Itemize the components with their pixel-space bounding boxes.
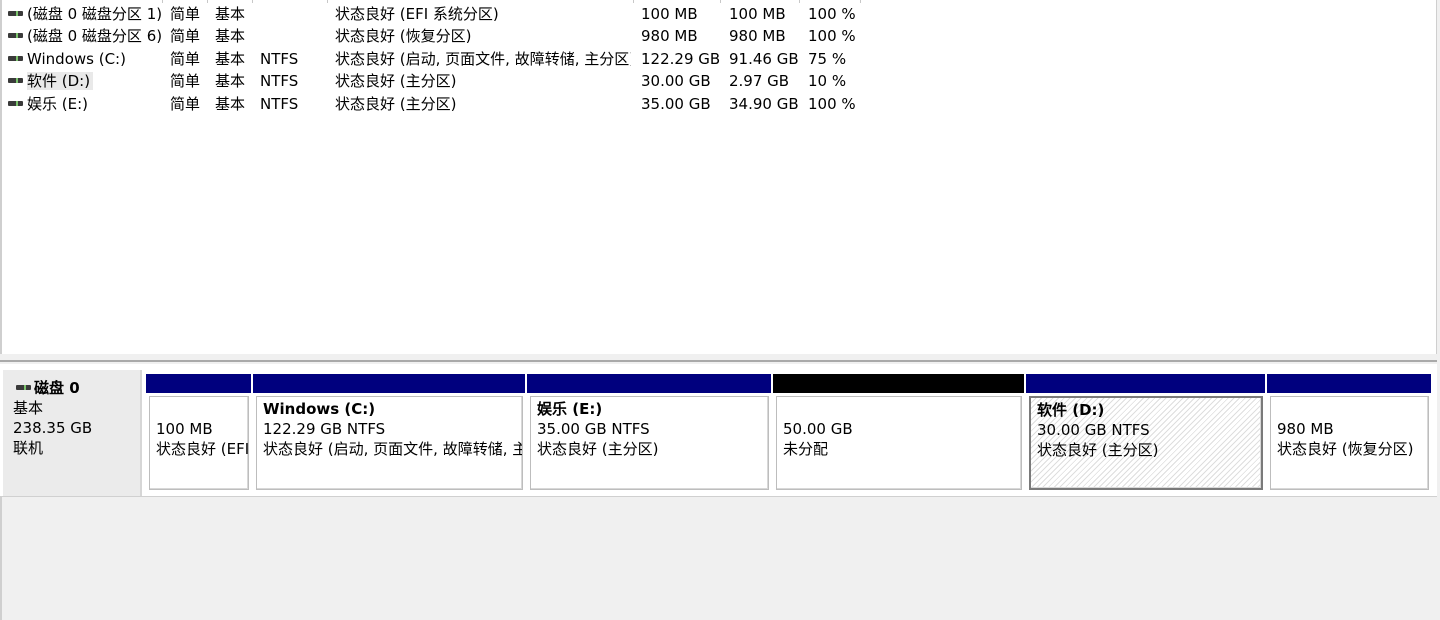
- partition-bar: [773, 374, 1024, 393]
- volume-type: 基本: [215, 50, 246, 68]
- volume-filesystem: [260, 25, 320, 47]
- volume-capacity: 100 MB: [641, 5, 698, 23]
- disk-size: 238.35 GB: [13, 419, 93, 437]
- disk-info[interactable]: 磁盘 0 基本 238.35 GB 联机: [3, 370, 142, 498]
- volume-capacity: 35.00 GB: [641, 95, 711, 113]
- partition-size: 980 MB: [1277, 420, 1334, 438]
- volume-row[interactable]: Windows (C:) 简单 基本 NTFS 状态良好 (启动, 页面文件, …: [2, 48, 862, 70]
- volume-capacity: 30.00 GB: [641, 72, 711, 90]
- partition-block[interactable]: 980 MB 状态良好 (恢复分区): [1267, 374, 1431, 492]
- disk-state: 联机: [13, 439, 44, 457]
- partition-block-selected[interactable]: 软件 (D:) 30.00 GB NTFS 状态良好 (主分区): [1026, 374, 1265, 492]
- volume-list[interactable]: (磁盘 0 磁盘分区 1) 简单 基本 状态良好 (EFI 系统分区) 100 …: [0, 0, 1437, 354]
- volume-layout: 简单: [170, 5, 201, 23]
- volume-free-space: 2.97 GB: [729, 72, 790, 90]
- volume-type: 基本: [215, 27, 246, 45]
- volume-row[interactable]: (磁盘 0 磁盘分区 6) 简单 基本 状态良好 (恢复分区) 980 MB 9…: [2, 25, 862, 47]
- partition-status: 状态良好 (EFI: [156, 440, 249, 458]
- volume-status: 状态良好 (恢复分区): [335, 27, 472, 45]
- partition-block[interactable]: Windows (C:) 122.29 GB NTFS 状态良好 (启动, 页面…: [253, 374, 525, 492]
- volume-name: (磁盘 0 磁盘分区 1): [27, 5, 162, 23]
- partition-size: 122.29 GB NTFS: [263, 420, 386, 438]
- partition-title: Windows (C:): [263, 400, 376, 418]
- volume-free-space: 34.90 GB: [729, 95, 799, 113]
- volume-type: 基本: [215, 95, 246, 113]
- unallocated-block[interactable]: 50.00 GB 未分配: [773, 374, 1024, 492]
- drive-icon: [8, 77, 23, 83]
- partition-bar: [146, 374, 251, 393]
- volume-layout: 简单: [170, 50, 201, 68]
- partition-bar: [1026, 374, 1265, 393]
- pane-splitter[interactable]: [0, 354, 1437, 362]
- volume-free-percent: 100 %: [808, 5, 856, 23]
- partition-size: 100 MB: [156, 420, 213, 438]
- volume-row[interactable]: 娱乐 (E:) 简单 基本 NTFS 状态良好 (主分区) 35.00 GB 3…: [2, 93, 862, 115]
- drive-icon: [8, 32, 23, 38]
- volume-filesystem: NTFS: [260, 50, 299, 68]
- volume-status: 状态良好 (启动, 页面文件, 故障转储, 主分区): [335, 50, 631, 68]
- partition-status: 未分配: [783, 440, 829, 458]
- volume-layout: 简单: [170, 27, 201, 45]
- disk-title: 磁盘 0: [34, 379, 80, 397]
- volume-status: 状态良好 (EFI 系统分区): [335, 5, 499, 23]
- drive-icon: [8, 10, 23, 16]
- volume-free-percent: 100 %: [808, 27, 856, 45]
- volume-status: 状态良好 (主分区): [335, 72, 457, 90]
- partition-size: 30.00 GB NTFS: [1037, 421, 1150, 439]
- drive-icon: [8, 55, 23, 61]
- partition-status: 状态良好 (主分区): [537, 440, 659, 458]
- volume-layout: 简单: [170, 72, 201, 90]
- partition-bar: [253, 374, 525, 393]
- partition-block[interactable]: 100 MB 状态良好 (EFI: [146, 374, 251, 492]
- volume-name: 软件 (D:): [27, 72, 94, 90]
- volume-capacity: 122.29 GB: [641, 50, 721, 68]
- partition-title: 软件 (D:): [1037, 401, 1105, 419]
- partition-size: 35.00 GB NTFS: [537, 420, 650, 438]
- volume-status: 状态良好 (主分区): [335, 95, 457, 113]
- volume-free-space: 91.46 GB: [729, 50, 799, 68]
- volume-capacity: 980 MB: [641, 27, 698, 45]
- volume-filesystem: NTFS: [260, 72, 299, 90]
- partition-title: 娱乐 (E:): [537, 400, 603, 418]
- disk-type: 基本: [13, 399, 44, 417]
- volume-free-percent: 75 %: [808, 50, 847, 68]
- volume-free-percent: 100 %: [808, 95, 856, 113]
- volume-layout: 简单: [170, 95, 201, 113]
- partition-size: 50.00 GB: [783, 420, 853, 438]
- disk-map-empty-area: [0, 496, 1437, 620]
- volume-filesystem: NTFS: [260, 95, 299, 113]
- partition-status: 状态良好 (启动, 页面文件, 故障转储, 主: [263, 440, 523, 458]
- drive-icon: [16, 384, 31, 390]
- disk-map-row: 磁盘 0 基本 238.35 GB 联机 100 MB 状态良好 (EFI Wi…: [0, 364, 1437, 498]
- volume-name: Windows (C:): [27, 50, 126, 68]
- volume-free-space: 100 MB: [729, 5, 786, 23]
- volume-row[interactable]: 软件 (D:) 简单 基本 NTFS 状态良好 (主分区) 30.00 GB 2…: [2, 70, 862, 92]
- volume-type: 基本: [215, 72, 246, 90]
- volume-type: 基本: [215, 5, 246, 23]
- drive-icon: [8, 100, 23, 106]
- partition-bar: [527, 374, 771, 393]
- volume-free-space: 980 MB: [729, 27, 786, 45]
- volume-filesystem: [260, 3, 320, 25]
- partition-block[interactable]: 娱乐 (E:) 35.00 GB NTFS 状态良好 (主分区): [527, 374, 771, 492]
- partition-bar: [1267, 374, 1431, 393]
- disk-management-window: (磁盘 0 磁盘分区 1) 简单 基本 状态良好 (EFI 系统分区) 100 …: [0, 0, 1440, 620]
- partition-status: 状态良好 (主分区): [1037, 441, 1159, 459]
- volume-name: (磁盘 0 磁盘分区 6): [27, 27, 162, 45]
- volume-row[interactable]: (磁盘 0 磁盘分区 1) 简单 基本 状态良好 (EFI 系统分区) 100 …: [2, 3, 862, 25]
- volume-name: 娱乐 (E:): [27, 95, 89, 113]
- partition-status: 状态良好 (恢复分区): [1277, 440, 1414, 458]
- volume-free-percent: 10 %: [808, 72, 847, 90]
